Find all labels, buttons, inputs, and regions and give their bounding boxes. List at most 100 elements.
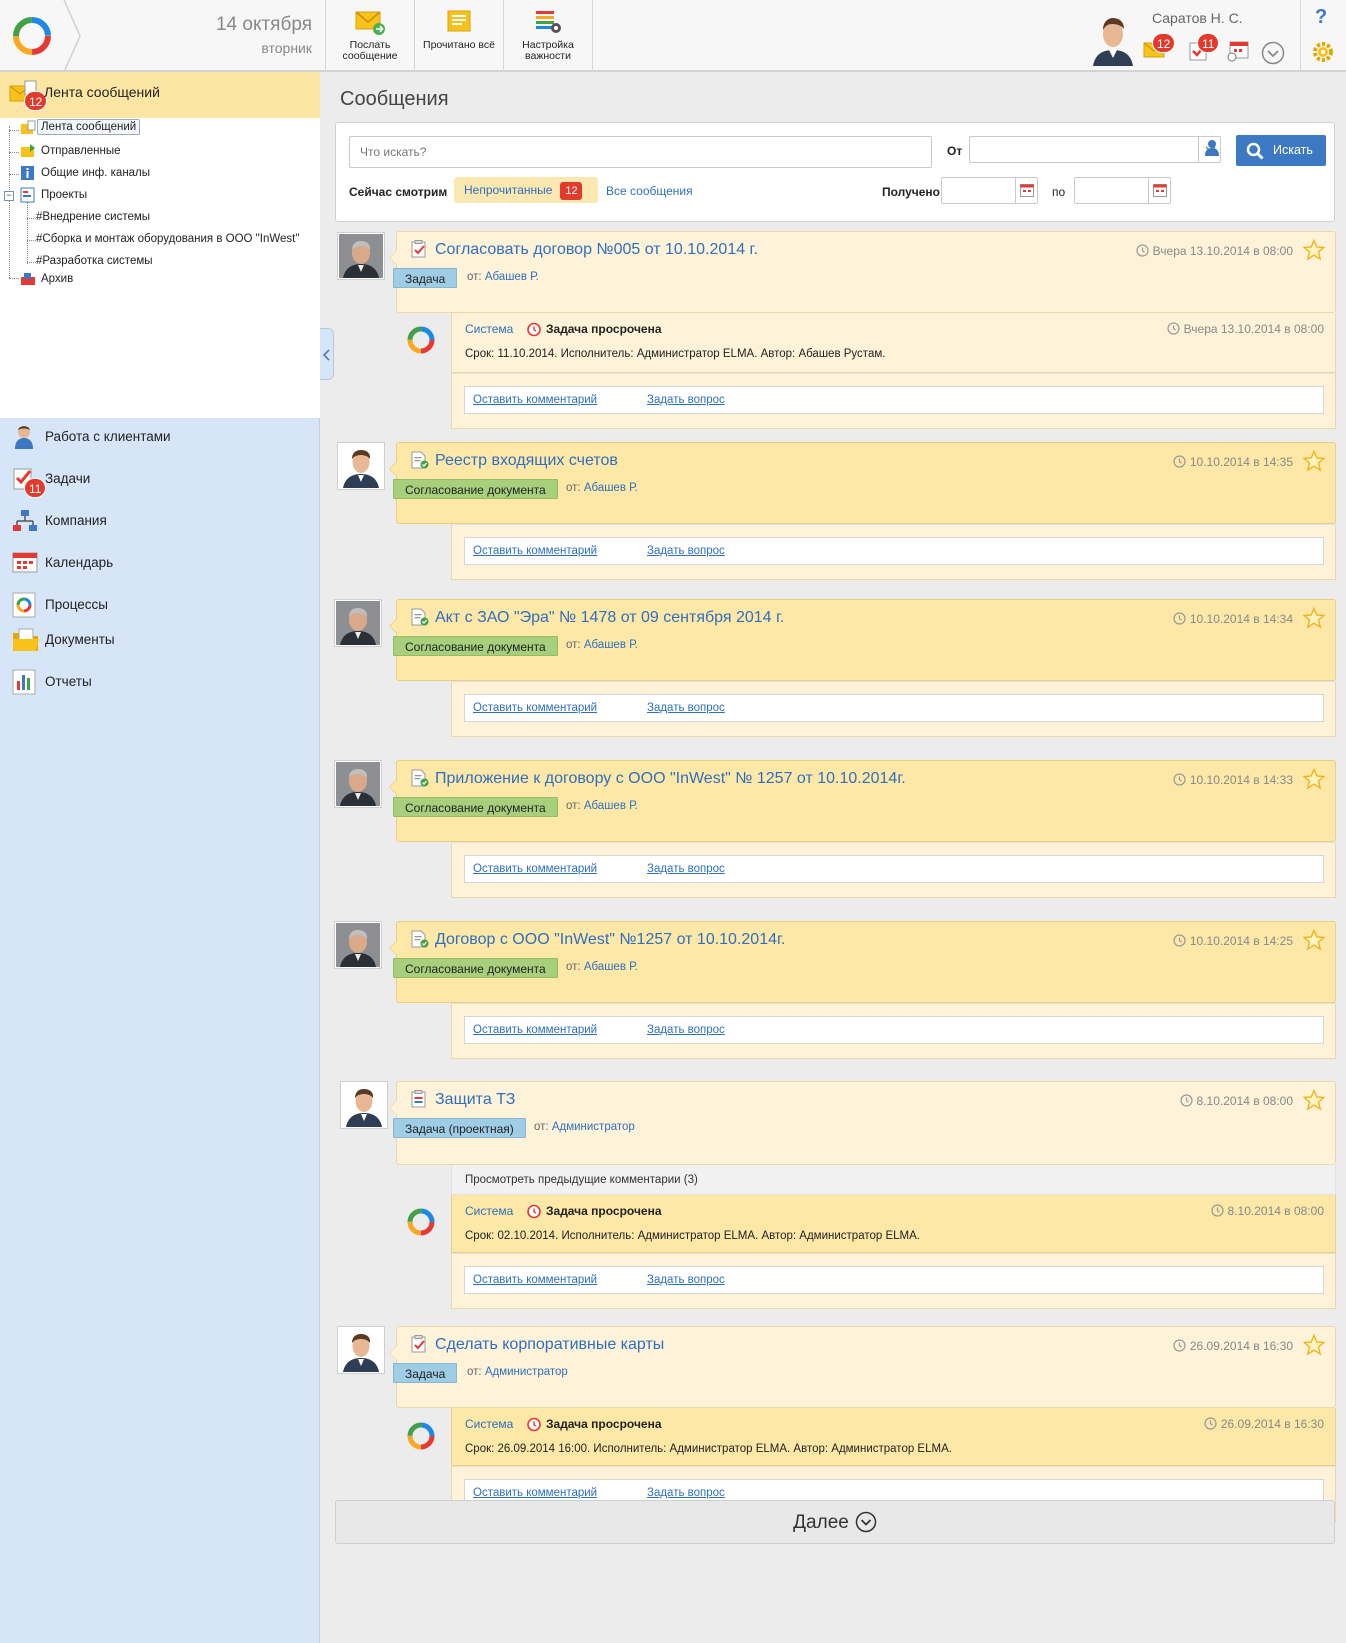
sender-avatar[interactable] xyxy=(337,232,385,280)
received-to-date[interactable] xyxy=(1074,177,1171,204)
tree-item-project-assembly[interactable]: #Сборка и монтаж оборудования в ООО "InW… xyxy=(36,233,299,245)
message-card[interactable]: Договор с ООО "InWest" №1257 от 10.10.20… xyxy=(389,921,1336,1003)
sender-avatar[interactable] xyxy=(334,921,382,969)
date-picker-button[interactable] xyxy=(1148,178,1170,203)
user-name[interactable]: Саратов Н. С. xyxy=(1152,10,1243,26)
importance-settings-button[interactable]: Настройка важности xyxy=(504,0,593,72)
leave-comment-link[interactable]: Оставить комментарий xyxy=(473,394,597,406)
ask-question-link[interactable]: Задать вопрос xyxy=(647,394,725,406)
system-sender[interactable]: Система xyxy=(465,322,513,336)
previous-comments-link[interactable]: Просмотреть предыдущие комментарии (3) xyxy=(451,1165,1336,1195)
message-card[interactable]: Приложение к договору с ООО "InWest" № 1… xyxy=(389,760,1336,842)
message-title[interactable]: Согласовать договор №005 от 10.10.2014 г… xyxy=(435,241,758,259)
tree-item-project-development[interactable]: #Разработка системы xyxy=(36,255,153,267)
header-messages[interactable]: 12 xyxy=(1143,33,1176,61)
search-input[interactable] xyxy=(349,136,932,168)
star-icon[interactable] xyxy=(1303,768,1325,790)
sender-avatar[interactable] xyxy=(340,1081,388,1129)
leave-comment-link[interactable]: Оставить комментарий xyxy=(473,545,597,557)
system-sender[interactable]: Система xyxy=(465,1417,513,1431)
message-title[interactable]: Приложение к договору с ООО "InWest" № 1… xyxy=(435,770,906,788)
sender-avatar[interactable] xyxy=(337,1326,385,1374)
message-title[interactable]: Сделать корпоративные карты xyxy=(435,1336,664,1354)
tree-item-sent[interactable]: Отправленные xyxy=(41,145,121,157)
sender-link[interactable]: Абашев Р. xyxy=(584,482,638,494)
star-icon[interactable] xyxy=(1303,607,1325,629)
leave-comment-link[interactable]: Оставить комментарий xyxy=(473,1024,597,1036)
nav-reports[interactable]: Отчеты xyxy=(0,662,320,702)
ask-question-link[interactable]: Задать вопрос xyxy=(647,863,725,875)
sender-link[interactable]: Абашев Р. xyxy=(584,800,638,812)
header-tasks[interactable]: 11 xyxy=(1188,33,1220,65)
search-button[interactable]: Искать xyxy=(1236,135,1326,166)
nav-company[interactable]: Компания xyxy=(0,501,320,541)
nav-documents[interactable]: Документы xyxy=(0,620,320,660)
message-card[interactable]: Акт с ЗАО "Эра" № 1478 от 09 сентября 20… xyxy=(389,599,1336,681)
leave-comment-link[interactable]: Оставить комментарий xyxy=(473,1274,597,1286)
nav-calendar[interactable]: Календарь xyxy=(0,543,320,583)
star-icon[interactable] xyxy=(1303,929,1325,951)
star-icon[interactable] xyxy=(1303,1089,1325,1111)
star-icon[interactable] xyxy=(1303,1334,1325,1356)
message-card[interactable]: Согласовать договор №005 от 10.10.2014 г… xyxy=(389,231,1336,313)
ask-question-link[interactable]: Задать вопрос xyxy=(647,545,725,557)
load-more-button[interactable]: Далее xyxy=(335,1500,1335,1544)
message-title[interactable]: Защита ТЗ xyxy=(435,1091,515,1109)
message-card[interactable]: Сделать корпоративные карты 26.09.2014 в… xyxy=(389,1326,1336,1408)
feed-header[interactable]: 12 Лента сообщений xyxy=(0,72,320,118)
leave-comment-link[interactable]: Оставить комментарий xyxy=(473,1487,597,1499)
tree-item-project-implementation[interactable]: #Внедрение системы xyxy=(36,211,150,223)
star-icon[interactable] xyxy=(1303,450,1325,472)
sender-link[interactable]: Администратор xyxy=(552,1121,635,1133)
from-user-select[interactable] xyxy=(969,136,1221,163)
comment-box[interactable]: Оставить комментарий Задать вопрос xyxy=(464,386,1324,414)
filter-tab-unread[interactable]: Непрочитанные 12 xyxy=(454,177,598,203)
comment-box[interactable]: Оставить комментарий Задать вопрос xyxy=(464,855,1324,883)
tree-item-archive[interactable]: Архив xyxy=(41,273,73,285)
tree-item-feed[interactable]: Лента сообщений xyxy=(37,119,141,135)
sidebar-collapse-handle[interactable] xyxy=(320,328,334,380)
sender-link[interactable]: Абашев Р. xyxy=(485,271,539,283)
tree-item-projects[interactable]: Проекты xyxy=(41,189,87,201)
system-sender[interactable]: Система xyxy=(465,1204,513,1218)
comment-box[interactable]: Оставить комментарий Задать вопрос xyxy=(464,537,1324,565)
leave-comment-link[interactable]: Оставить комментарий xyxy=(473,863,597,875)
mark-all-read-button[interactable]: Прочитано всё xyxy=(415,0,504,72)
help-button[interactable]: ? xyxy=(1315,6,1327,29)
received-from-date[interactable] xyxy=(941,177,1038,204)
nav-processes[interactable]: Процессы xyxy=(0,585,320,625)
message-card[interactable]: Защита ТЗ 8.10.2014 в 08:00 Задача (прое… xyxy=(389,1081,1336,1165)
star-icon[interactable] xyxy=(1303,239,1325,261)
sender-avatar[interactable] xyxy=(334,599,382,647)
nav-tasks[interactable]: 11 Задачи xyxy=(0,459,320,499)
comment-box[interactable]: Оставить комментарий Задать вопрос xyxy=(464,1266,1324,1294)
user-avatar[interactable] xyxy=(1087,10,1139,66)
header-calendar[interactable] xyxy=(1226,40,1250,65)
tree-collapse-toggle[interactable]: − xyxy=(4,191,14,201)
leave-comment-link[interactable]: Оставить комментарий xyxy=(473,702,597,714)
nav-clients[interactable]: Работа с клиентами xyxy=(0,417,320,457)
ask-question-link[interactable]: Задать вопрос xyxy=(647,702,725,714)
ask-question-link[interactable]: Задать вопрос xyxy=(647,1024,725,1036)
filter-tab-all[interactable]: Все сообщения xyxy=(606,184,693,198)
ask-question-link[interactable]: Задать вопрос xyxy=(647,1274,725,1286)
send-message-button[interactable]: Послать сообщение xyxy=(326,0,415,72)
message-title[interactable]: Договор с ООО "InWest" №1257 от 10.10.20… xyxy=(435,931,785,949)
sender-link[interactable]: Администратор xyxy=(485,1366,568,1378)
sender-avatar[interactable] xyxy=(334,760,382,808)
message-title[interactable]: Реестр входящих счетов xyxy=(435,452,618,470)
sender-link[interactable]: Абашев Р. xyxy=(584,961,638,973)
sender-avatar[interactable] xyxy=(337,442,385,490)
gear-icon[interactable] xyxy=(1312,41,1334,63)
user-picker-icon[interactable] xyxy=(1204,139,1220,157)
message-title[interactable]: Акт с ЗАО "Эра" № 1478 от 09 сентября 20… xyxy=(435,609,784,627)
message-card[interactable]: Реестр входящих счетов 10.10.2014 в 14:3… xyxy=(389,442,1336,524)
comment-box[interactable]: Оставить комментарий Задать вопрос xyxy=(464,1016,1324,1044)
elma-logo[interactable] xyxy=(0,0,70,72)
ask-question-link[interactable]: Задать вопрос xyxy=(647,1487,725,1499)
user-menu-toggle[interactable] xyxy=(1261,41,1285,68)
date-picker-button[interactable] xyxy=(1015,178,1037,203)
tree-item-info-channels[interactable]: Общие инф. каналы xyxy=(41,167,150,179)
comment-box[interactable]: Оставить комментарий Задать вопрос xyxy=(464,694,1324,722)
sender-link[interactable]: Абашев Р. xyxy=(584,639,638,651)
